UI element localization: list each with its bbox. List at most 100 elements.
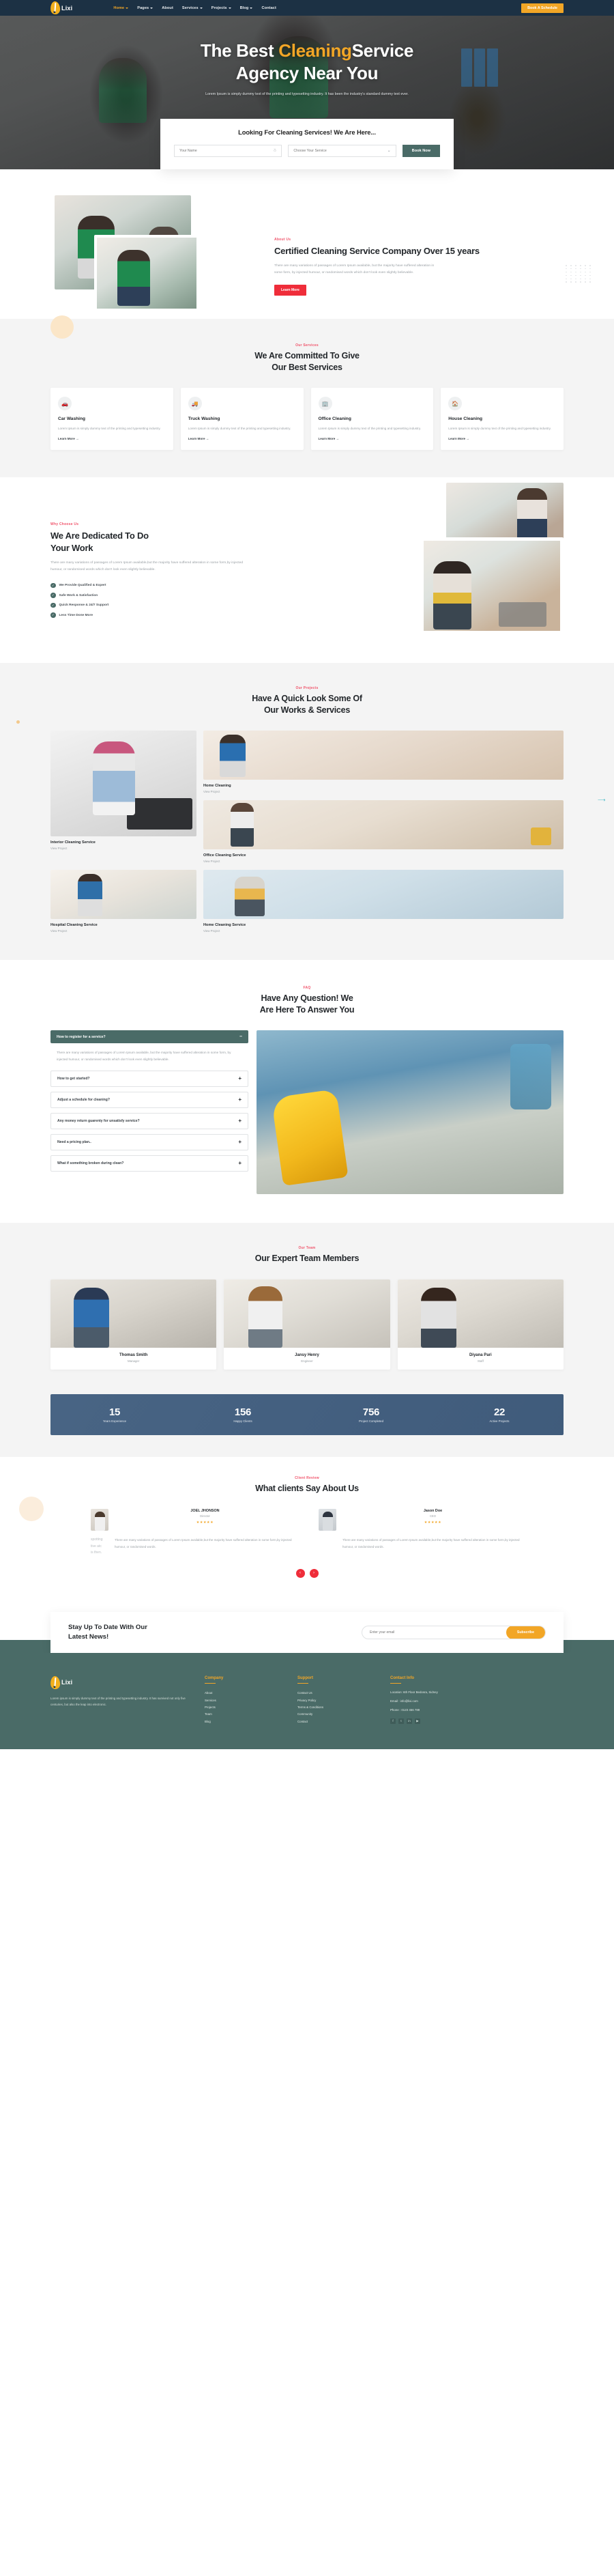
counter-label: Active Projects	[489, 1419, 510, 1423]
footer-link[interactable]: Terms & Conditions	[297, 1704, 372, 1711]
team-photo	[50, 1279, 217, 1348]
project-view-link[interactable]: View Project	[203, 929, 564, 933]
faq-item[interactable]: Adjust a schedule for cleaning? +	[50, 1091, 248, 1108]
service-learn-more[interactable]: Learn More →	[448, 437, 556, 440]
nav-item-contact[interactable]: Contact	[261, 6, 276, 10]
faq-answer: There are many variations of passages of…	[57, 1051, 231, 1062]
youtube-icon[interactable]: ▶	[415, 1718, 420, 1724]
counter-item: 22 Active Projects	[435, 1406, 564, 1423]
footer-company-column: Company About Services Projects Team Blo…	[205, 1676, 280, 1725]
counter-section: 15 Years Experience 156 Happy Clients 75…	[0, 1393, 614, 1457]
team-card[interactable]: Jansy Henry Engineer	[224, 1279, 390, 1370]
carousel-next-button[interactable]: ›	[309, 1568, 319, 1578]
footer-support-column: Support Contact Us Privacy Policy Terms …	[297, 1676, 372, 1725]
footer-link[interactable]: Services	[205, 1697, 280, 1704]
footer-column-title: Company	[205, 1675, 224, 1680]
plus-icon: +	[238, 1075, 242, 1081]
team-title: Our Expert Team Members	[254, 1254, 360, 1264]
check-icon: ✓	[50, 593, 56, 598]
twitter-icon[interactable]: t	[398, 1718, 404, 1724]
faq-item-open[interactable]: How to register for a service? –	[50, 1030, 248, 1044]
footer-logo[interactable]: Lixi	[50, 1675, 187, 1690]
project-card[interactable]: Home Cleaning Service View Project	[203, 870, 564, 933]
booking-wrapper: Looking For Cleaning Services! We Are He…	[0, 119, 614, 169]
linkedin-icon[interactable]: in	[407, 1718, 412, 1724]
faq-item[interactable]: Any money return guarenty for unsatisfy …	[50, 1112, 248, 1129]
service-card[interactable]: 🚚 Truck Washing Lorem Ipsum is simply du…	[180, 388, 304, 451]
counter-item: 756 Project Completed	[307, 1406, 435, 1423]
nav-item-blog[interactable]: Blog	[240, 6, 253, 10]
project-title: Interior Cleaning Service	[50, 840, 96, 845]
title-underline	[390, 1682, 401, 1684]
book-schedule-button[interactable]: Book A Schedule	[521, 3, 564, 13]
project-view-link[interactable]: View Project	[50, 847, 196, 850]
avatar	[91, 1509, 108, 1531]
why-images	[293, 483, 564, 635]
service-learn-more[interactable]: Learn More →	[319, 437, 426, 440]
newsletter-form[interactable]: Subscribe	[362, 1625, 546, 1639]
dots-decoration	[566, 265, 592, 283]
book-now-button[interactable]: Book Now	[402, 145, 441, 157]
faq-item[interactable]: How to get started? +	[50, 1070, 248, 1087]
truck-icon: 🚚	[188, 397, 202, 411]
plus-icon: +	[238, 1138, 242, 1145]
email-input[interactable]	[370, 1630, 506, 1634]
footer-link[interactable]: Projects	[205, 1704, 280, 1711]
check-icon: ✓	[50, 582, 56, 589]
name-field[interactable]: ☃	[174, 145, 282, 157]
about-learn-more-button[interactable]: Learn More	[274, 285, 306, 296]
service-select[interactable]: ⌄	[288, 145, 396, 157]
faq-item[interactable]: What if something broken during clean? +	[50, 1155, 248, 1172]
team-role: Engineer	[301, 1359, 313, 1363]
project-view-link[interactable]: View Project	[203, 860, 564, 863]
nav-label: Contact	[261, 5, 276, 10]
about-text: There are many variations of passages of…	[274, 264, 435, 275]
footer-link[interactable]: Contact	[297, 1718, 372, 1725]
project-image	[50, 870, 196, 920]
faq-item[interactable]: Need a pricing plan.. +	[50, 1133, 248, 1150]
testimonial-name: JOEL JHONSON	[190, 1509, 220, 1514]
carousel-next-icon[interactable]: ⟶	[598, 797, 605, 803]
nav-item-about[interactable]: About	[162, 6, 173, 10]
why-eyebrow: Why Choose Us	[50, 522, 79, 527]
service-card[interactable]: 🏢 Office Cleaning Lorem Ipsum is simply …	[310, 388, 434, 451]
counter-label: Project Completed	[358, 1419, 384, 1423]
project-card[interactable]: Home Cleaning View Project	[203, 731, 564, 793]
service-learn-more[interactable]: Learn More →	[188, 437, 296, 440]
testimonial-card: JOEL JHONSON Director ★★★★★ spotting tive…	[91, 1509, 295, 1557]
project-view-link[interactable]: View Project	[203, 790, 564, 793]
project-card[interactable]: Interior Cleaning Service View Project	[50, 731, 196, 863]
service-input[interactable]	[293, 149, 388, 153]
nav-item-pages[interactable]: Pages	[137, 5, 154, 10]
project-card[interactable]: Office Cleaning Service View Project	[203, 800, 564, 863]
carousel-prev-button[interactable]: ‹	[295, 1568, 305, 1578]
footer-link[interactable]: Community	[297, 1711, 372, 1718]
nav-item-home[interactable]: Home	[113, 6, 129, 10]
site-logo[interactable]: Lixi	[50, 1, 72, 15]
footer-link[interactable]: About	[205, 1690, 280, 1697]
minus-icon: –	[239, 1034, 242, 1040]
nav-item-projects[interactable]: Projects	[211, 6, 231, 10]
service-card[interactable]: 🏠 House Cleaning Lorem Ipsum is simply d…	[441, 388, 564, 451]
team-card[interactable]: Diyana Pari Staff	[397, 1279, 564, 1370]
footer-link[interactable]: Blog	[205, 1718, 280, 1725]
footer-link[interactable]: Team	[205, 1711, 280, 1718]
project-card[interactable]: Hospital Cleaning Service View Project	[50, 870, 196, 933]
plus-icon: +	[238, 1117, 242, 1124]
footer-link[interactable]: Privacy Policy	[297, 1697, 372, 1704]
team-role: Staff	[477, 1359, 484, 1363]
subscribe-button[interactable]: Subscribe	[506, 1626, 545, 1639]
name-input[interactable]	[179, 149, 273, 153]
faq-accordion: How to register for a service? – There a…	[50, 1030, 248, 1176]
project-view-link[interactable]: View Project	[50, 929, 196, 933]
service-learn-more[interactable]: Learn More →	[58, 437, 166, 440]
footer-link[interactable]: Contact Us	[297, 1690, 372, 1697]
nav-item-services[interactable]: Services	[182, 6, 203, 10]
team-card[interactable]: Thomas Smith Manager	[50, 1279, 217, 1370]
why-point-label: Less Time Done More	[59, 613, 93, 617]
nav-label: Pages	[137, 5, 149, 10]
service-card[interactable]: 🚗 Car Washing Lorem Ipsum is simply dumm…	[50, 388, 173, 451]
facebook-icon[interactable]: f	[390, 1718, 396, 1724]
faq-eyebrow: FAQ	[303, 986, 311, 991]
testimonial-card: Jason Doe CEO ★★★★★ There are many varia…	[319, 1509, 523, 1557]
